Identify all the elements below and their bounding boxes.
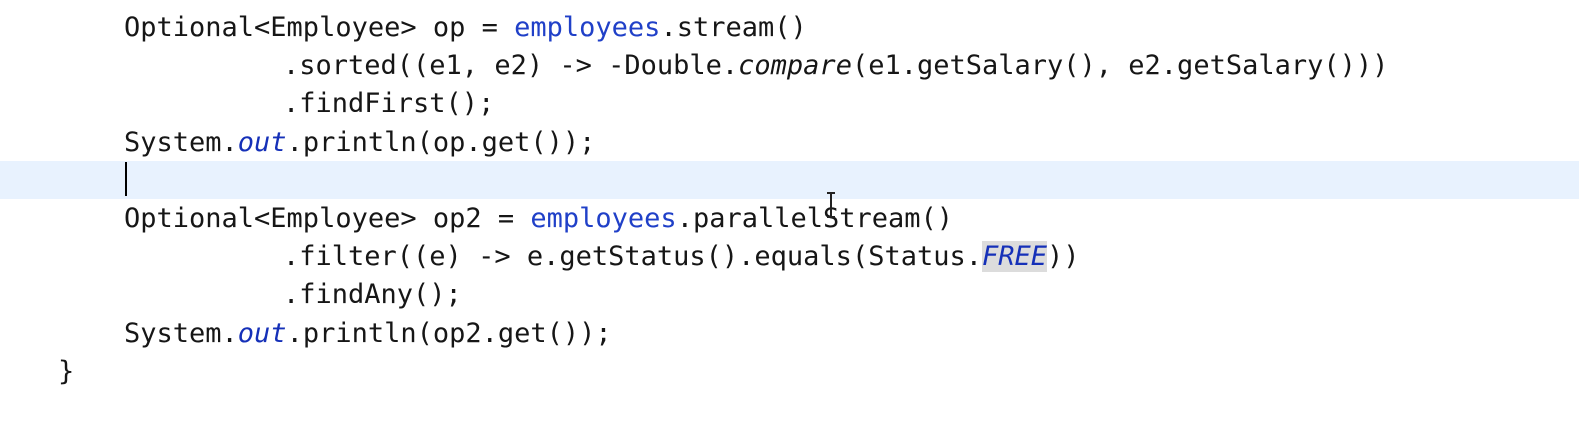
text-caret (125, 162, 127, 196)
code-token: System. (124, 127, 238, 158)
field-token: employees (514, 12, 661, 43)
code-token: System. (124, 318, 238, 349)
code-token: Optional<Employee> op2 = (124, 203, 531, 234)
code-line[interactable]: .findFirst(); (0, 85, 1579, 123)
code-line[interactable]: System.out.println(op.get()); (0, 124, 1579, 162)
code-token: .findFirst(); (283, 88, 495, 119)
code-token: .filter((e) -> e.getStatus().equals(Stat… (283, 241, 982, 272)
code-line[interactable]: Optional<Employee> op = employees.stream… (0, 9, 1579, 47)
code-line[interactable]: .findAny(); (0, 276, 1579, 314)
code-token: .println(op2.get()); (286, 318, 612, 349)
code-token: )) (1047, 241, 1080, 272)
code-line[interactable]: } (0, 353, 1579, 391)
code-token: .sorted((e1, e2) -> -Double. (283, 50, 739, 81)
code-token: Optional<Employee> op = (124, 12, 515, 43)
code-token: .stream() (660, 12, 807, 43)
code-line[interactable]: Optional<Employee> op2 = employees.paral… (0, 200, 1579, 238)
code-line[interactable] (0, 161, 1579, 199)
code-token: } (58, 356, 75, 387)
static-field-token: out (237, 318, 287, 349)
static-method-token: compare (738, 50, 852, 81)
code-token: .println(op.get()); (286, 127, 596, 158)
code-token: (e1.getSalary(), e2.getSalary())) (851, 50, 1389, 81)
code-editor[interactable]: Optional<Employee> op = employees.stream… (0, 0, 1579, 424)
static-field-token: out (237, 127, 287, 158)
code-token: .findAny(); (283, 279, 462, 310)
code-token: .parallelStream() (676, 203, 954, 234)
code-line[interactable]: .filter((e) -> e.getStatus().equals(Stat… (0, 238, 1579, 276)
code-line[interactable]: System.out.println(op2.get()); (0, 315, 1579, 353)
code-line[interactable]: .sorted((e1, e2) -> -Double.compare(e1.g… (0, 47, 1579, 85)
enum-const-token: FREE (981, 241, 1048, 272)
field-token: employees (530, 203, 677, 234)
text-ibeam-icon (827, 192, 835, 218)
